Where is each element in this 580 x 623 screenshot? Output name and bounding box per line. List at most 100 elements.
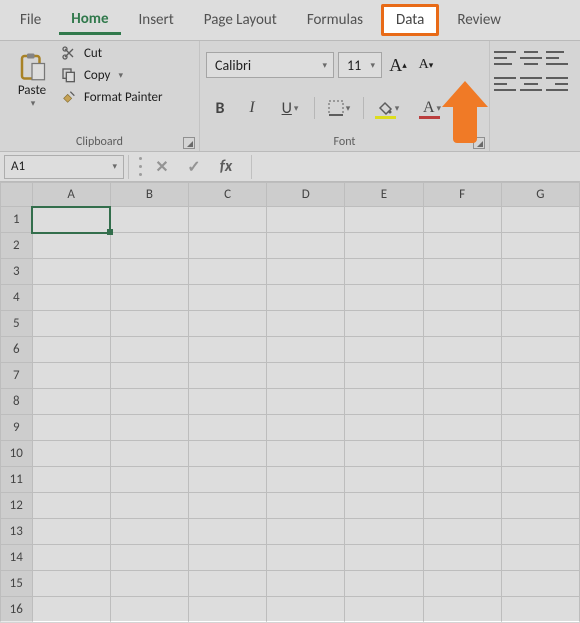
cell[interactable] — [345, 337, 423, 363]
row-header[interactable]: 11 — [1, 467, 33, 493]
cell[interactable] — [267, 441, 345, 467]
cell[interactable] — [267, 259, 345, 285]
cell[interactable] — [345, 493, 423, 519]
font-name-select[interactable]: Calibri ▾ — [206, 52, 334, 78]
cell[interactable] — [501, 545, 579, 571]
cell[interactable] — [423, 311, 501, 337]
cell[interactable] — [267, 311, 345, 337]
column-header[interactable]: D — [267, 183, 345, 207]
name-box[interactable]: A1 ▾ — [4, 155, 124, 179]
cell[interactable] — [345, 597, 423, 623]
tab-page-layout[interactable]: Page Layout — [192, 7, 289, 33]
tab-review[interactable]: Review — [445, 7, 513, 33]
cell[interactable] — [32, 545, 110, 571]
cell[interactable] — [267, 545, 345, 571]
cell[interactable] — [32, 519, 110, 545]
cell[interactable] — [501, 597, 579, 623]
cell[interactable] — [501, 285, 579, 311]
cell[interactable] — [423, 519, 501, 545]
cell[interactable] — [501, 363, 579, 389]
cell[interactable] — [501, 337, 579, 363]
cell[interactable] — [423, 337, 501, 363]
cancel-icon[interactable]: ✕ — [153, 158, 171, 176]
row-header[interactable]: 2 — [1, 233, 33, 259]
cell[interactable] — [188, 493, 266, 519]
cell[interactable] — [423, 493, 501, 519]
cell[interactable] — [345, 259, 423, 285]
cell[interactable] — [32, 363, 110, 389]
align-middle-button[interactable] — [520, 49, 542, 67]
column-header[interactable]: E — [345, 183, 423, 207]
fx-icon[interactable]: fx — [217, 158, 235, 176]
tab-formulas[interactable]: Formulas — [295, 7, 375, 33]
cell[interactable] — [267, 467, 345, 493]
cell[interactable] — [188, 467, 266, 493]
cell[interactable] — [32, 467, 110, 493]
cell[interactable] — [110, 389, 188, 415]
row-header[interactable]: 13 — [1, 519, 33, 545]
cell[interactable] — [267, 389, 345, 415]
column-header[interactable]: B — [110, 183, 188, 207]
cell[interactable] — [345, 389, 423, 415]
cell[interactable] — [423, 207, 501, 233]
row-header[interactable]: 15 — [1, 571, 33, 597]
cell[interactable] — [501, 519, 579, 545]
cell[interactable] — [501, 467, 579, 493]
cell[interactable] — [345, 519, 423, 545]
cell[interactable] — [188, 545, 266, 571]
row-header[interactable]: 9 — [1, 415, 33, 441]
cell[interactable] — [501, 415, 579, 441]
column-header[interactable]: F — [423, 183, 501, 207]
cell[interactable] — [345, 467, 423, 493]
cell[interactable] — [110, 571, 188, 597]
cell[interactable] — [32, 597, 110, 623]
font-size-select[interactable]: 11 ▾ — [338, 52, 382, 78]
cell[interactable] — [345, 233, 423, 259]
underline-button[interactable]: U▾ — [270, 94, 310, 122]
cell[interactable] — [267, 415, 345, 441]
cell[interactable] — [501, 311, 579, 337]
tab-file[interactable]: File — [8, 7, 53, 33]
cell[interactable] — [110, 207, 188, 233]
align-left-button[interactable] — [494, 75, 516, 93]
cell[interactable] — [423, 363, 501, 389]
cell[interactable] — [188, 597, 266, 623]
row-header[interactable]: 10 — [1, 441, 33, 467]
tab-data[interactable]: Data — [381, 4, 439, 36]
cell[interactable] — [423, 571, 501, 597]
cell[interactable] — [110, 337, 188, 363]
fill-color-button[interactable]: ▾ — [368, 94, 408, 122]
row-header[interactable]: 16 — [1, 597, 33, 623]
cell[interactable] — [267, 597, 345, 623]
cell[interactable] — [423, 597, 501, 623]
align-center-button[interactable] — [520, 75, 542, 93]
cell[interactable] — [267, 363, 345, 389]
cell[interactable] — [110, 597, 188, 623]
row-header[interactable]: 1 — [1, 207, 33, 233]
cell[interactable] — [188, 207, 266, 233]
enter-icon[interactable]: ✓ — [185, 158, 203, 176]
cell[interactable] — [267, 493, 345, 519]
cell[interactable] — [110, 545, 188, 571]
cell[interactable] — [32, 415, 110, 441]
formula-input[interactable] — [251, 155, 580, 179]
cell[interactable] — [110, 467, 188, 493]
cell[interactable] — [423, 415, 501, 441]
cell[interactable] — [345, 207, 423, 233]
cell[interactable] — [345, 363, 423, 389]
row-header[interactable]: 12 — [1, 493, 33, 519]
select-all-corner[interactable] — [1, 183, 33, 207]
cell[interactable] — [32, 571, 110, 597]
cell[interactable] — [32, 233, 110, 259]
tab-insert[interactable]: Insert — [127, 7, 186, 33]
cell[interactable] — [267, 337, 345, 363]
cell[interactable] — [188, 363, 266, 389]
cell[interactable] — [267, 571, 345, 597]
cell[interactable] — [345, 285, 423, 311]
cell[interactable] — [188, 441, 266, 467]
cell[interactable] — [423, 545, 501, 571]
cell[interactable] — [110, 519, 188, 545]
align-right-button[interactable] — [546, 75, 568, 93]
cell[interactable] — [345, 311, 423, 337]
cell[interactable] — [423, 441, 501, 467]
